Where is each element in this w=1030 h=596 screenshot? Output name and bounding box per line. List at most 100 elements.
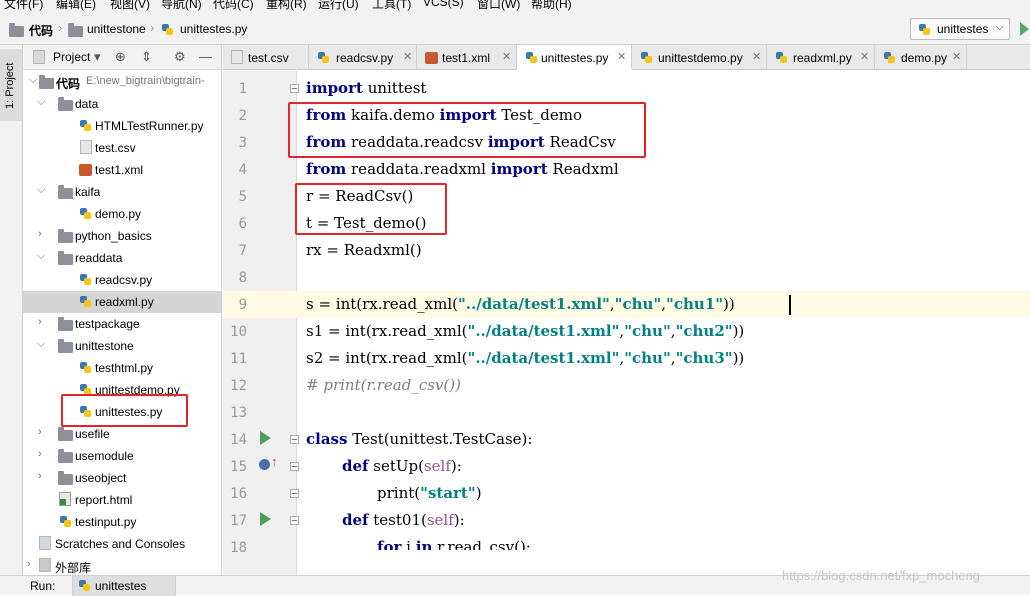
tab-test1-xml[interactable]: test1.xml ✕ (417, 45, 517, 70)
breadcrumb-folder[interactable]: unittestone (87, 22, 146, 36)
close-icon[interactable]: ✕ (860, 50, 869, 63)
tree-item-data[interactable]: ⌵ data (23, 93, 221, 115)
override-icon[interactable] (259, 459, 270, 470)
chevron-right-icon[interactable]: › (38, 426, 42, 438)
chevron-down-icon[interactable]: ⌵ (37, 184, 45, 197)
project-tool-tab-label: 1: Project (4, 62, 16, 109)
tab-label: unittestdemo.py (658, 51, 743, 65)
tree-item-report-html[interactable]: report.html (23, 489, 221, 511)
close-icon[interactable]: ✕ (403, 50, 412, 63)
chevron-right-icon[interactable]: › (38, 448, 42, 460)
tree-item-kaifa[interactable]: ⌵ kaifa (23, 181, 221, 203)
tree-item-htmltestrunner[interactable]: HTMLTestRunner.py (23, 115, 221, 137)
tab-unittestes[interactable]: unittestes.py ✕ (517, 45, 632, 70)
menu-navigate[interactable]: 导航(N) (161, 0, 202, 12)
tree-item-label: readcsv.py (95, 273, 153, 287)
tab-demo[interactable]: demo.py ✕ (875, 45, 967, 70)
tree-item-usemodule[interactable]: › usemodule (23, 445, 221, 467)
chevron-right-icon[interactable]: › (38, 228, 42, 240)
close-icon[interactable]: ✕ (952, 50, 961, 63)
string-literal: "chu" (614, 295, 662, 313)
run-configuration-select[interactable]: unittestes ⌵ (910, 18, 1010, 40)
menu-window[interactable]: 窗口(W) (477, 0, 520, 12)
chevron-down-icon[interactable]: ⌵ (37, 338, 45, 351)
close-icon[interactable]: ✕ (617, 50, 626, 63)
keyword: from (306, 160, 347, 178)
run-tab[interactable]: unittestes (72, 576, 176, 596)
breadcrumb-file[interactable]: unittestes.py (180, 22, 247, 36)
tab-unittestdemo[interactable]: unittestdemo.py ✕ (632, 45, 767, 70)
run-icon[interactable] (1020, 22, 1029, 36)
folder-icon (9, 23, 24, 37)
tree-item-test-csv[interactable]: test.csv (23, 137, 221, 159)
tree-item-external-libraries[interactable]: › 外部库 (23, 555, 221, 575)
chevron-down-icon[interactable]: ▾ (94, 49, 101, 65)
menu-tools[interactable]: 工具(T) (372, 0, 411, 12)
tree-item-test1-xml[interactable]: test1.xml (23, 159, 221, 181)
menu-code[interactable]: 代码(C) (213, 0, 254, 12)
chevron-down-icon[interactable]: ⌵ (29, 74, 37, 87)
tree-root-label: 代码 (56, 77, 81, 91)
collapse-all-icon[interactable]: ⇕ (141, 49, 152, 65)
tree-item-label: report.html (75, 493, 133, 507)
project-view-select[interactable]: Project (53, 50, 90, 64)
code-token: ) (475, 484, 482, 502)
close-icon[interactable]: ✕ (502, 50, 511, 63)
python-file-icon (918, 23, 931, 36)
minimize-icon[interactable]: — (199, 49, 212, 64)
tree-item-unittestone[interactable]: ⌵ unittestone (23, 335, 221, 357)
tree-item-demo[interactable]: demo.py (23, 203, 221, 225)
tree-item-readxml[interactable]: readxml.py (23, 291, 221, 313)
tree-item-testhtml[interactable]: testhtml.py (23, 357, 221, 379)
tab-label: readcsv.py (336, 51, 394, 65)
fold-icon[interactable] (290, 435, 299, 444)
close-icon[interactable]: ✕ (752, 50, 761, 63)
tree-item-label: Scratches and Consoles (55, 537, 186, 551)
code-token: s = int(rx.read_xml( (306, 295, 458, 313)
code-token: test01 (373, 511, 421, 529)
project-tool-tab[interactable]: 1: Project (0, 49, 22, 121)
tab-readcsv[interactable]: readcsv.py ✕ (309, 45, 417, 70)
code-token: ): (450, 457, 462, 475)
menu-help[interactable]: 帮助(H) (531, 0, 572, 12)
menu-vcs[interactable]: VCS(S) (423, 0, 464, 9)
code-token: s2 = int(rx.read_xml( (306, 349, 468, 367)
run-test-icon[interactable] (260, 431, 271, 445)
run-test-icon[interactable] (260, 512, 271, 526)
chevron-right-icon[interactable]: › (38, 470, 42, 482)
menu-refactor[interactable]: 重构(R) (266, 0, 307, 12)
menu-edit[interactable]: 编辑(E) (56, 0, 96, 12)
chevron-right-icon[interactable]: › (38, 316, 42, 328)
fold-icon[interactable] (290, 489, 299, 498)
tab-test-csv[interactable]: test.csv (223, 45, 309, 70)
tree-root[interactable]: ⌵ 代码 E:\new_bigtrain\bigtrain- (23, 71, 221, 93)
gear-icon[interactable]: ⚙ (174, 49, 186, 65)
tree-item-readdata[interactable]: ⌵ readdata (23, 247, 221, 269)
tree-item-scratches[interactable]: Scratches and Consoles (23, 533, 221, 555)
tree-item-python-basics[interactable]: › python_basics (23, 225, 221, 247)
tab-label: unittestes.py (541, 51, 609, 65)
code-line: rx = Readxml() (306, 241, 422, 259)
line-number: 3 (238, 135, 247, 151)
chevron-down-icon[interactable]: ⌵ (37, 96, 45, 109)
fold-icon[interactable] (290, 516, 299, 525)
tree-item-readcsv[interactable]: readcsv.py (23, 269, 221, 291)
menu-view[interactable]: 视图(V) (110, 0, 150, 12)
menu-file[interactable]: 文件(F) (4, 0, 43, 12)
tree-item-useobject[interactable]: › useobject (23, 467, 221, 489)
line-number: 15 (230, 459, 247, 475)
chevron-down-icon[interactable]: ⌵ (37, 250, 45, 263)
keyword: in (415, 538, 433, 550)
menu-run[interactable]: 运行(U) (318, 0, 359, 12)
breadcrumb-root[interactable]: 代码 (29, 22, 53, 39)
chevron-right-icon[interactable]: › (27, 558, 31, 570)
code-token: s1 = int(rx.read_xml( (306, 322, 468, 340)
tab-readxml[interactable]: readxml.py ✕ (767, 45, 875, 70)
tree-item-testinput[interactable]: testinput.py (23, 511, 221, 533)
tree-item-testpackage[interactable]: › testpackage (23, 313, 221, 335)
locate-icon[interactable]: ⊕ (115, 49, 126, 65)
fold-icon[interactable] (290, 84, 299, 93)
fold-icon[interactable] (290, 462, 299, 471)
python-file-icon (317, 51, 330, 64)
string-literal: "chu3" (675, 349, 733, 367)
